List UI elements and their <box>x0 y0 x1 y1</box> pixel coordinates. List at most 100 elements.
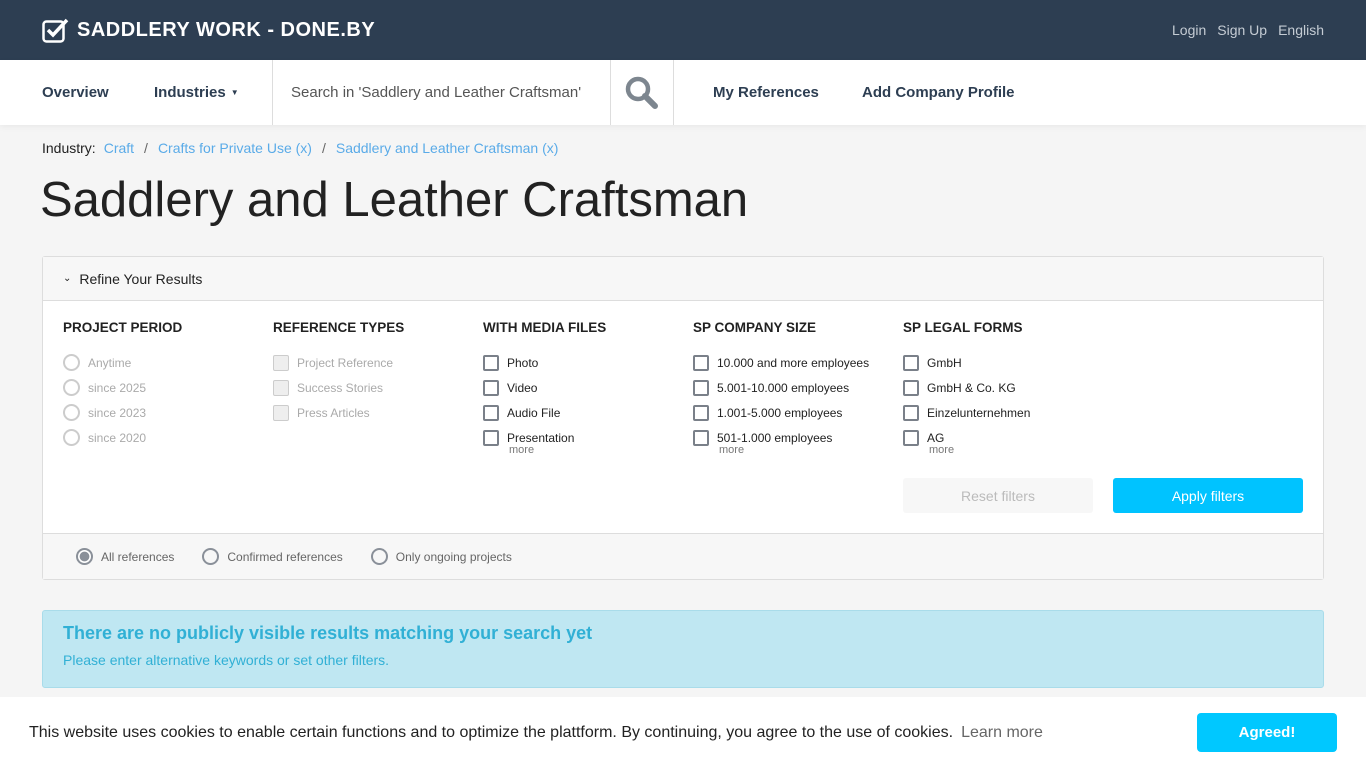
filter-option[interactable]: 1.001-5.000 employees <box>693 400 903 425</box>
filter-option-label: Video <box>507 380 538 395</box>
nav-my-references[interactable]: My References <box>674 60 862 125</box>
scope-all[interactable]: All references <box>76 548 174 565</box>
nav-industries-label: Industries <box>154 84 226 101</box>
filter-option-label: 10.000 and more employees <box>717 355 870 370</box>
alert-title: There are no publicly visible results ma… <box>63 623 593 643</box>
filter-option[interactable]: 5.001-10.000 employees <box>693 375 903 400</box>
filter-option-label: AG <box>927 430 945 445</box>
search-button[interactable] <box>611 60 674 125</box>
filter-option-label: Audio File <box>507 405 561 420</box>
breadcrumb-saddlery[interactable]: Saddlery and Leather Craftsman (x) <box>336 140 559 156</box>
page-title: Saddlery and Leather Craftsman <box>40 173 749 227</box>
filter-option[interactable]: Photo <box>483 350 693 375</box>
checkbox-icon <box>693 404 709 421</box>
scope-ongoing[interactable]: Only ongoing projects <box>370 548 512 565</box>
filter-option-label: GmbH <box>927 355 962 370</box>
filter-option[interactable]: Press Articles <box>273 400 483 425</box>
filter-option[interactable]: Project Reference <box>273 350 483 375</box>
top-bar: SADDLERY WORK - DONE.BY Login Sign Up En… <box>0 0 1366 60</box>
radio-icon <box>76 548 93 565</box>
radio-icon <box>63 379 80 396</box>
filter-column-title: WITH MEDIA FILES <box>483 320 607 335</box>
checkbox-icon <box>483 404 499 421</box>
filter-column-title: REFERENCE TYPES <box>273 320 405 335</box>
reset-filters-button[interactable]: Reset filters <box>903 478 1093 513</box>
more-link[interactable]: more <box>719 444 903 456</box>
filter-option-label: 1.001-5.000 employees <box>717 405 843 420</box>
checkbox-icon <box>483 429 499 446</box>
nav-overview[interactable]: Overview <box>0 60 154 125</box>
filter-option[interactable]: since 2023 <box>63 400 273 425</box>
chevron-down-icon: ⌄ <box>63 273 72 284</box>
main-nav: Overview Industries ▼ Search in 'Saddlery… <box>0 60 1366 125</box>
more-link[interactable]: more <box>929 444 1113 456</box>
checkbox-icon <box>483 379 499 396</box>
filter-option[interactable]: Video <box>483 375 693 400</box>
search-input[interactable]: Search in 'Saddlery and Leather Craftsma… <box>272 60 611 125</box>
filter-option-label: Project Reference <box>297 355 394 370</box>
filter-option[interactable]: Einzelunternehmen <box>903 400 1113 425</box>
filter-option-label: since 2023 <box>88 405 147 420</box>
breadcrumb-craft[interactable]: Craft <box>104 140 134 156</box>
filter-option[interactable]: Audio File <box>483 400 693 425</box>
scope-confirmed[interactable]: Confirmed references <box>202 548 343 565</box>
filter-option[interactable]: GmbH <box>903 350 1113 375</box>
agree-button[interactable]: Agreed! <box>1197 713 1337 752</box>
filter-option-label: since 2020 <box>88 430 147 445</box>
checkbox-icon <box>903 379 919 396</box>
checkbox-logo-icon <box>42 18 69 43</box>
checkbox-icon <box>273 354 289 371</box>
more-link[interactable]: more <box>509 444 693 456</box>
filter-column: SP COMPANY SIZE 10.000 and more employees… <box>693 320 903 456</box>
radio-icon <box>63 404 80 421</box>
filter-column-title: SP COMPANY SIZE <box>693 320 817 335</box>
filter-option-label: 5.001-10.000 employees <box>717 380 850 395</box>
no-results-alert: There are no publicly visible results ma… <box>42 610 1324 688</box>
breadcrumb-private-use[interactable]: Crafts for Private Use (x) <box>158 140 312 156</box>
filter-panel: ⌄ Refine Your Results PROJECT PERIOD Anyti… <box>42 256 1324 580</box>
radio-icon <box>63 429 80 446</box>
checkbox-icon <box>903 404 919 421</box>
filter-option[interactable]: 10.000 and more employees <box>693 350 903 375</box>
nav-industries[interactable]: Industries ▼ <box>154 60 272 125</box>
filter-option[interactable]: Anytime <box>63 350 273 375</box>
filter-option-label: Photo <box>507 355 539 370</box>
alert-text: Please enter alternative keywords or set… <box>63 652 390 668</box>
checkbox-icon <box>273 404 289 421</box>
filter-option-label: Press Articles <box>297 405 370 420</box>
learn-more-link[interactable]: Learn more <box>961 724 1043 742</box>
radio-icon <box>202 548 220 565</box>
search-icon <box>625 76 658 109</box>
scope-label: Only ongoing projects <box>395 549 512 564</box>
radio-icon <box>63 354 80 371</box>
filter-column-title: SP LEGAL FORMS <box>903 320 1023 335</box>
filter-option[interactable]: since 2025 <box>63 375 273 400</box>
login-link[interactable]: Login <box>1172 22 1206 38</box>
checkbox-icon <box>273 379 289 396</box>
filter-option-label: GmbH & Co. KG <box>927 380 1016 395</box>
checkbox-icon <box>693 379 709 396</box>
filter-option[interactable]: Success Stories <box>273 375 483 400</box>
signup-link[interactable]: Sign Up <box>1217 22 1267 38</box>
breadcrumb: Industry: Craft / Crafts for Private Use … <box>42 140 559 156</box>
filter-option-label: Anytime <box>88 355 132 370</box>
filter-column: PROJECT PERIOD Anytime since 2025 since 202… <box>63 320 273 450</box>
scope-label: Confirmed references <box>227 549 343 564</box>
radio-icon <box>370 548 388 565</box>
scope-label: All references <box>101 549 175 564</box>
checkbox-icon <box>903 429 919 446</box>
brand-name: SADDLERY WORK - DONE.BY <box>77 18 376 41</box>
apply-filters-button[interactable]: Apply filters <box>1113 478 1303 513</box>
checkbox-icon <box>693 429 709 446</box>
filter-option-label: 501-1.000 employees <box>717 430 833 445</box>
nav-add-company[interactable]: Add Company Profile <box>862 60 1015 125</box>
refine-label: Refine Your Results <box>79 270 203 287</box>
filter-option[interactable]: since 2020 <box>63 425 273 450</box>
filter-option[interactable]: GmbH & Co. KG <box>903 375 1113 400</box>
filter-option-label: Einzelunternehmen <box>927 405 1031 420</box>
refine-toggle[interactable]: ⌄ Refine Your Results <box>43 257 1323 301</box>
caret-down-icon: ▼ <box>230 88 239 97</box>
checkbox-icon <box>693 354 709 371</box>
language-link[interactable]: English <box>1278 22 1324 38</box>
brand-logo[interactable]: SADDLERY WORK - DONE.BY <box>42 18 375 43</box>
